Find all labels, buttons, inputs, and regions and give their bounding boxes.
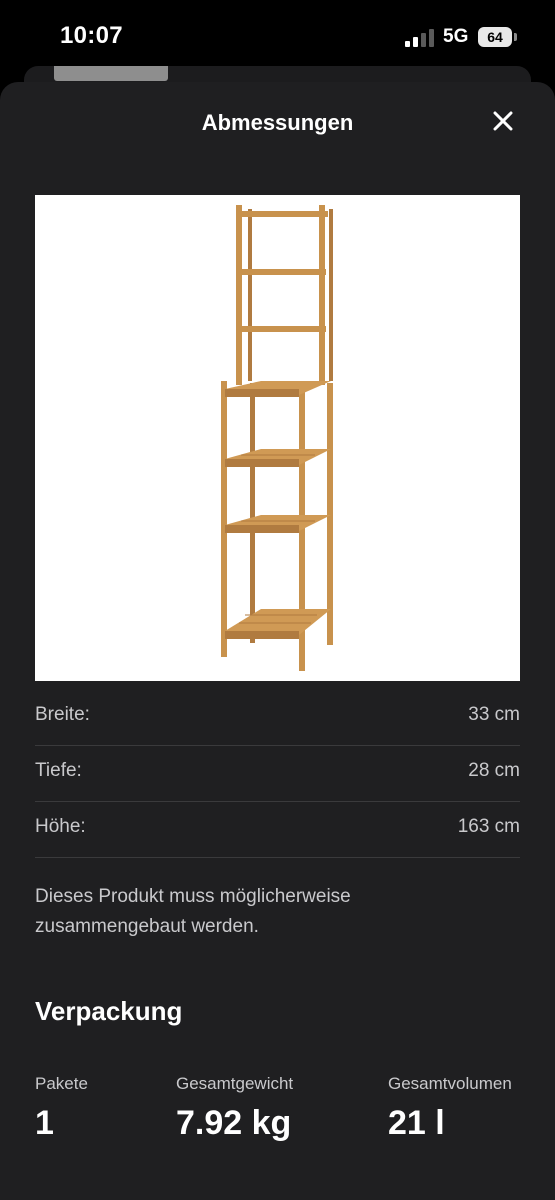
battery-icon: 64 xyxy=(478,27,512,47)
dimension-value: 163 cm xyxy=(457,816,520,837)
network-label: 5G xyxy=(443,26,469,47)
packaging-total-volume: Gesamtvolumen 21 l xyxy=(388,1074,512,1143)
packaging-label: Gesamtgewicht xyxy=(176,1074,294,1093)
packaging-value: 7.92 kg xyxy=(176,1104,292,1142)
dimension-label: Breite: xyxy=(35,704,90,725)
dimension-row-depth: Tiefe: 28 cm xyxy=(35,746,520,802)
dimension-label: Tiefe: xyxy=(35,760,82,781)
screen: 10:07 5G 64 Abmessungen Breite: 33 cm Ti… xyxy=(0,0,555,1200)
background-sheet-button xyxy=(54,66,168,81)
status-bar: 10:07 5G 64 xyxy=(0,0,555,70)
sheet-title: Abmessungen xyxy=(201,110,354,135)
packaging-value: 1 xyxy=(35,1104,54,1142)
close-icon xyxy=(493,111,513,131)
status-time: 10:07 xyxy=(60,22,123,49)
dimension-row-width: Breite: 33 cm xyxy=(35,690,520,746)
packaging-label: Pakete xyxy=(35,1074,88,1093)
dimension-row-height: Höhe: 163 cm xyxy=(35,802,520,858)
dimension-value: 33 cm xyxy=(468,704,520,725)
close-button[interactable] xyxy=(488,106,518,136)
battery-cap xyxy=(514,33,517,41)
assembly-note: Dieses Produkt muss möglicherweise zusam… xyxy=(35,886,351,937)
dimension-value: 28 cm xyxy=(468,760,520,781)
product-image xyxy=(35,195,520,681)
packaging-packages: Pakete 1 xyxy=(35,1074,88,1143)
signal-bars-icon xyxy=(405,29,434,47)
dimension-label: Höhe: xyxy=(35,816,86,837)
packaging-total-weight: Gesamtgewicht 7.92 kg xyxy=(176,1074,293,1143)
packaging-value: 21 l xyxy=(388,1104,445,1142)
packaging-heading: Verpackung xyxy=(35,996,183,1026)
packaging-label: Gesamtvolumen xyxy=(388,1074,512,1093)
shelf-unit-image xyxy=(221,205,333,671)
